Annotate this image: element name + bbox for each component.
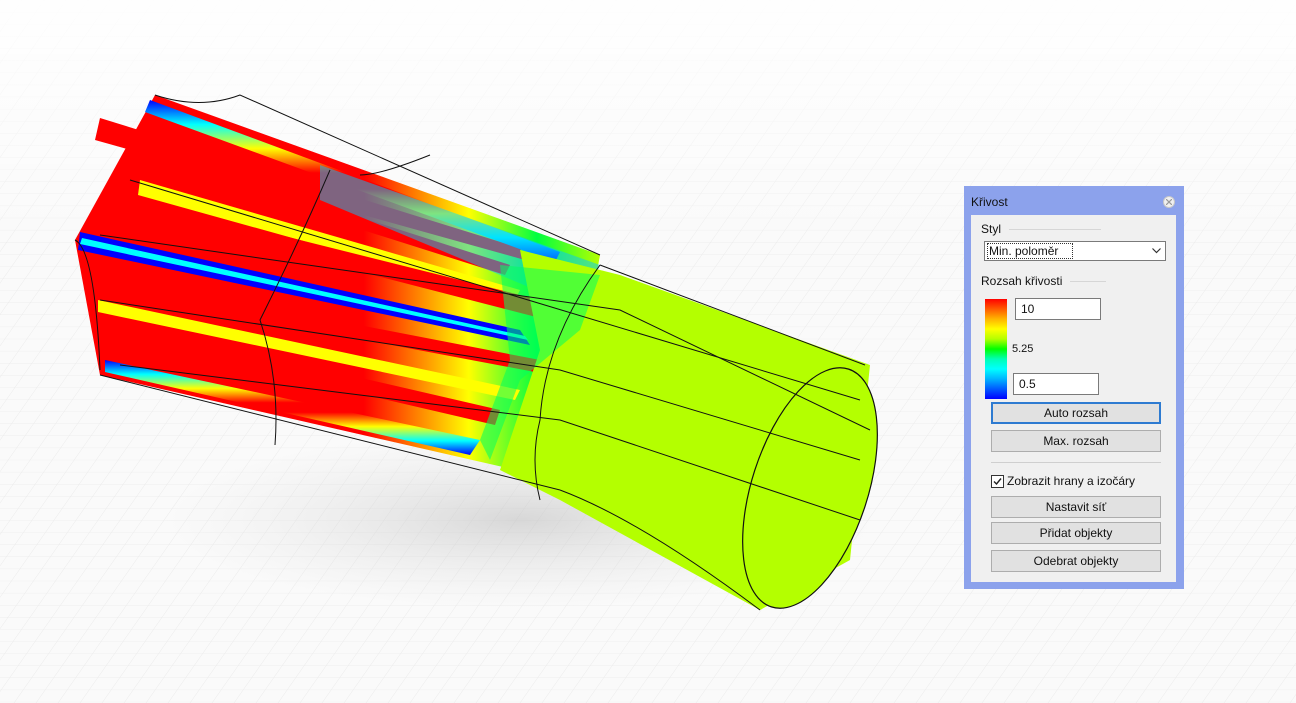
color-scale-bar — [985, 299, 1007, 399]
show-edges-checkbox[interactable] — [991, 474, 1004, 488]
remove-objects-button[interactable]: Odebrat objekty — [991, 550, 1161, 572]
show-edges-label: Zobrazit hrany a izočáry — [1007, 474, 1136, 488]
style-dropdown[interactable]: Min. poloměr — [984, 241, 1166, 261]
style-dropdown-value: Min. poloměr — [986, 243, 1074, 259]
max-value-input[interactable]: 10 — [1015, 298, 1101, 320]
chevron-down-icon — [1152, 248, 1161, 254]
max-range-button[interactable]: Max. rozsah — [991, 430, 1161, 452]
curvature-panel: Křivost Styl Min. poloměr Rozsah křivost… — [964, 186, 1184, 589]
show-edges-row[interactable]: Zobrazit hrany a izočáry — [991, 474, 1135, 488]
mid-value-label: 5.25 — [1012, 343, 1034, 355]
checkmark-icon — [993, 477, 1002, 485]
panel-title: Křivost — [971, 195, 1008, 209]
style-section-label: Styl — [981, 222, 1102, 236]
set-mesh-button[interactable]: Nastavit síť — [991, 496, 1161, 518]
range-section-label: Rozsah křivosti — [981, 274, 1107, 288]
divider — [991, 462, 1161, 463]
min-value-input[interactable]: 0.5 — [1013, 373, 1099, 395]
add-objects-button[interactable]: Přidat objekty — [991, 522, 1161, 544]
close-icon[interactable] — [1163, 196, 1175, 208]
panel-body: Styl Min. poloměr Rozsah křivosti 10 5.2… — [971, 215, 1176, 582]
auto-range-button[interactable]: Auto rozsah — [991, 402, 1161, 424]
